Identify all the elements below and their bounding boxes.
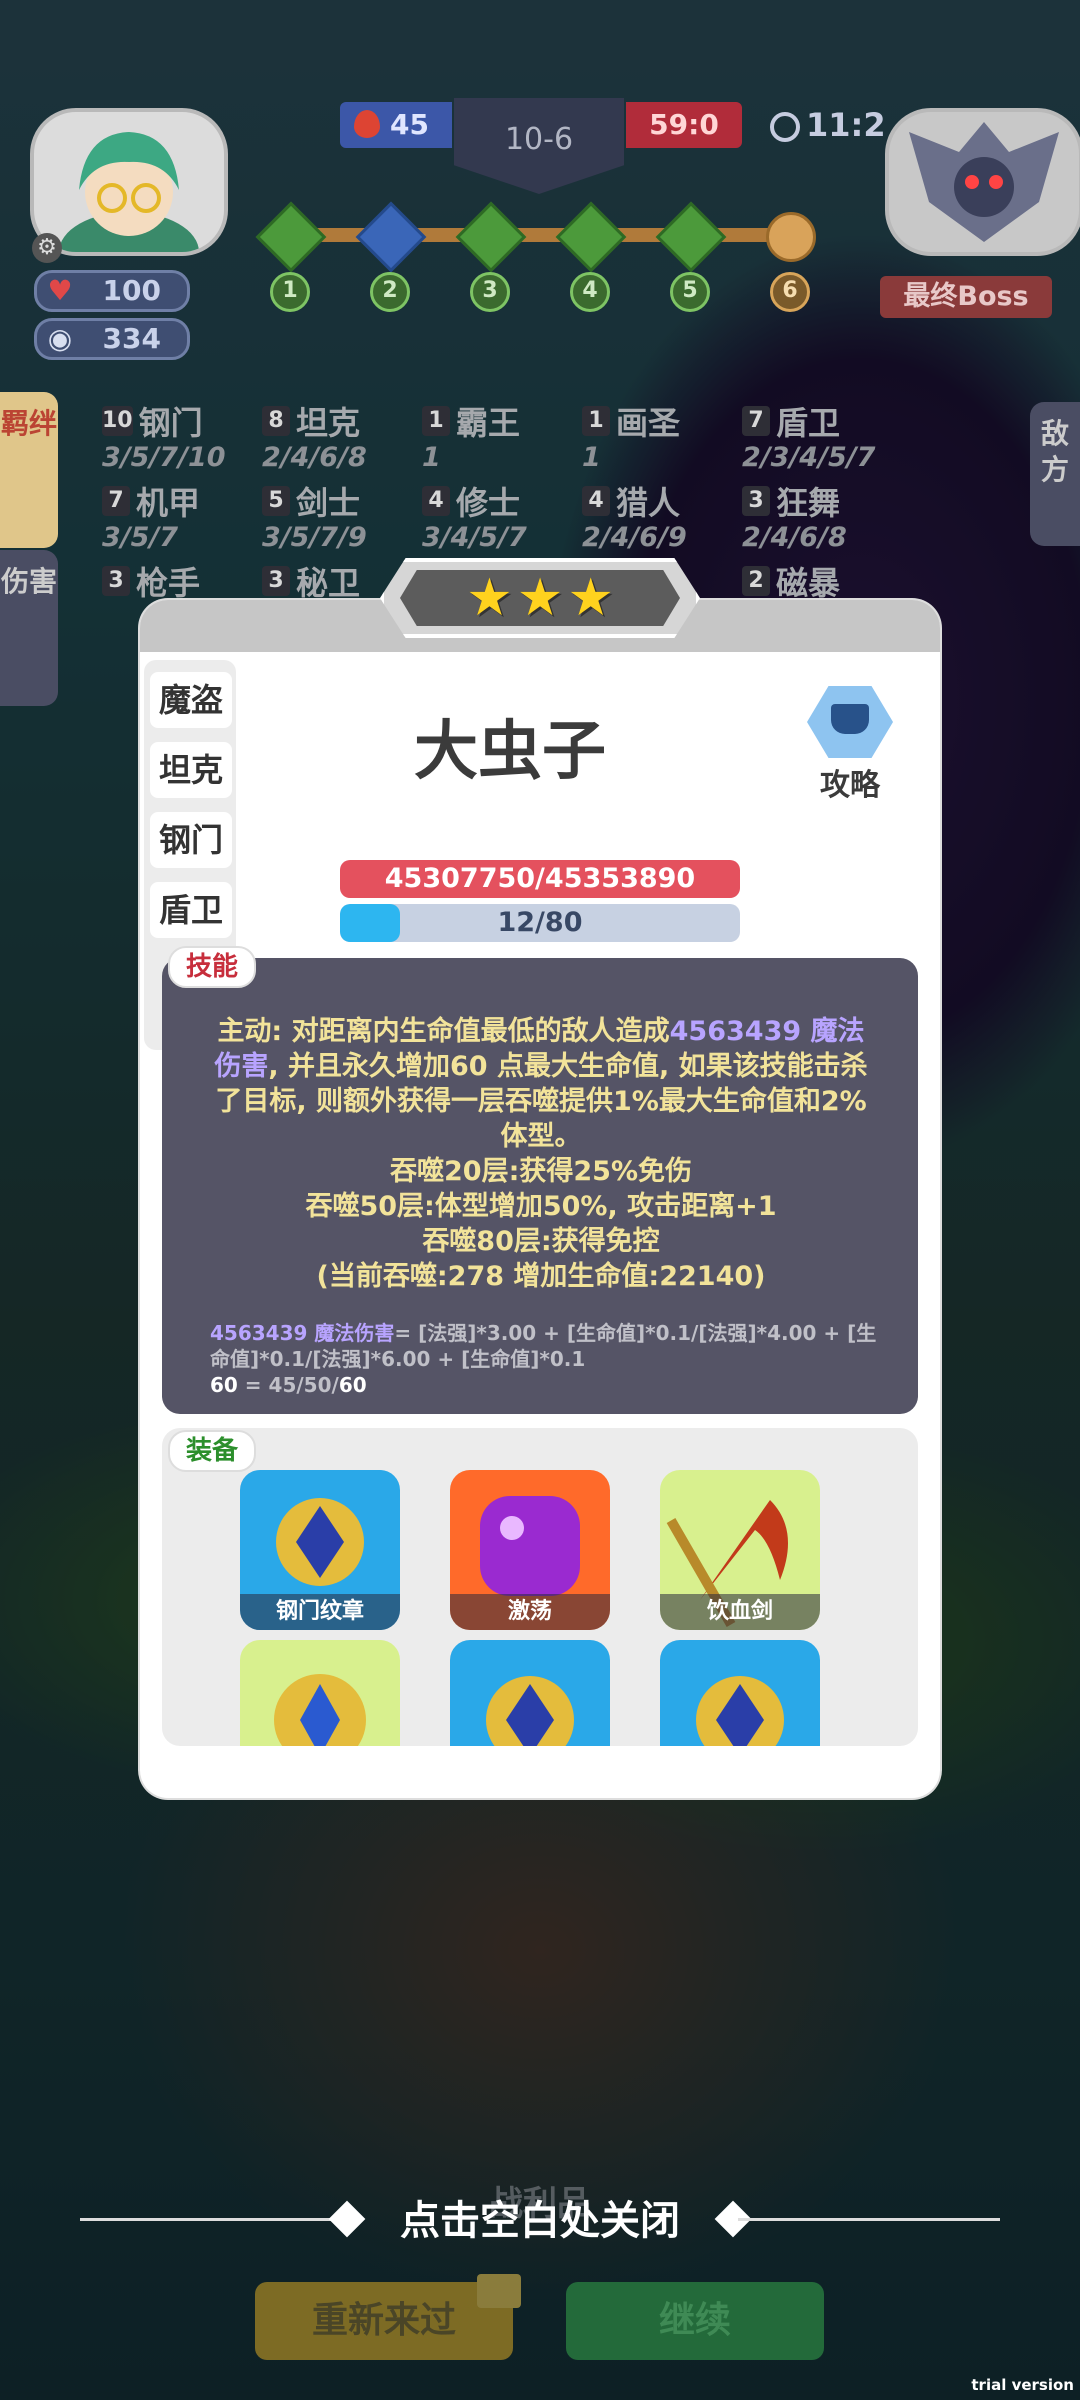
continue-button[interactable]: 继续	[566, 2282, 824, 2360]
video-ad-icon	[477, 2274, 521, 2308]
synergy-item[interactable]: 3 狂舞 2/4/6/8	[742, 478, 847, 553]
synergy-item[interactable]: 7 盾卫 2/3/4/5/7	[742, 398, 875, 473]
route-node-label: 2	[370, 272, 410, 312]
route-node-label: 1	[270, 272, 310, 312]
unit-mana-bar: 12/80	[340, 904, 740, 942]
equipment-slot[interactable]: 激荡	[450, 1470, 610, 1630]
synergy-item[interactable]: 4 修士 3/4/5/7	[422, 478, 527, 553]
trait-tag[interactable]: 魔盗	[150, 672, 232, 728]
retry-button[interactable]: 重新来过	[255, 2274, 521, 2360]
star-icon: ★	[567, 568, 614, 628]
equipment-slot[interactable]: 钢门纹章	[240, 1470, 400, 1630]
star-rating-banner: ★★★	[380, 558, 700, 638]
equipment-slot[interactable]: 饮血剑	[660, 1470, 820, 1630]
synergy-item[interactable]: 2 磁暴	[742, 558, 840, 604]
boss-portrait-icon	[909, 122, 1059, 242]
trial-watermark: trial version	[971, 2376, 1074, 2394]
final-boss-label: 最终Boss	[880, 276, 1052, 318]
equipment-section-tag: 装备	[168, 1430, 257, 1472]
heart-icon: ♥	[47, 274, 73, 307]
synergy-item[interactable]: 1 霸王 1	[422, 398, 520, 473]
star-icon: ★	[516, 568, 564, 628]
flame-icon	[354, 110, 380, 138]
tab-synergy[interactable]: 羁绊	[0, 392, 58, 548]
equipment-slot[interactable]	[450, 1640, 610, 1746]
emblem-icon	[660, 1640, 820, 1746]
synergy-item[interactable]: 8 坦克 2/4/6/8	[262, 398, 367, 473]
star-icon: ★	[466, 568, 513, 628]
skill-panel: 技能 主动: 对距离内生命值最低的敌人造成4563439 魔法伤害, 并且永久增…	[162, 946, 918, 1414]
guide-button[interactable]: 攻略	[800, 686, 900, 803]
clock-icon	[770, 112, 800, 142]
emblem-icon	[450, 1640, 610, 1746]
boss-avatar[interactable]	[885, 108, 1080, 256]
equipment-panel: 装备 钢门纹章 激荡 饮血剑	[162, 1428, 918, 1746]
player-portrait-icon	[59, 132, 199, 252]
synergy-item[interactable]: 5 剑士 3/5/7/9	[262, 478, 367, 553]
synergy-item[interactable]: 3 枪手	[102, 558, 200, 604]
skill-description: 主动: 对距离内生命值最低的敌人造成4563439 魔法伤害, 并且永久增加60…	[214, 1016, 868, 1292]
crystal-crown-icon	[240, 1640, 400, 1746]
round-timer: 11:2	[770, 106, 886, 144]
graduation-cap-icon	[807, 686, 893, 758]
tab-enemy[interactable]: 敌方	[1030, 402, 1080, 546]
coin-stack-icon: ◉	[47, 322, 73, 355]
route-node-label: 4	[570, 272, 610, 312]
synergy-item[interactable]: 1 画圣 1	[582, 398, 680, 473]
route-node-label: 5	[670, 272, 710, 312]
synergy-item[interactable]: 4 猎人 2/4/6/9	[582, 478, 687, 553]
tab-damage[interactable]: 伤害	[0, 550, 58, 706]
route-node-label: 3	[470, 272, 510, 312]
unit-detail-modal: ★★★ 魔盗 坦克 钢门 盾卫 大虫子 攻略 45307750/45353890…	[140, 558, 940, 1798]
route-node-boss-skull-icon	[766, 212, 816, 262]
star-rating: ★★★	[400, 570, 680, 626]
trait-tag[interactable]: 坦克	[150, 742, 232, 798]
player-avatar[interactable]	[30, 108, 228, 256]
trait-tag[interactable]: 盾卫	[150, 882, 232, 938]
synergy-item[interactable]: 10 钢门 3/5/7/10	[102, 398, 226, 473]
settings-gear-icon[interactable]: ⚙	[32, 233, 62, 263]
equipment-slot[interactable]	[240, 1640, 400, 1746]
mana-fill	[340, 904, 400, 942]
tap-to-close-hint: 点击空白处关闭	[400, 2198, 680, 2244]
player-gold-pill: ◉ 334	[34, 318, 190, 360]
equipment-slot[interactable]	[660, 1640, 820, 1746]
skill-formula: 4563439 魔法伤害= [法强]*3.00 + [生命值]*0.1/[法强]…	[210, 1321, 877, 1397]
left-score: 45	[340, 102, 452, 148]
unit-hp-bar: 45307750/45353890	[340, 860, 740, 898]
unit-name: 大虫子	[414, 715, 606, 789]
route-node-label: 6	[770, 272, 810, 312]
right-score: 59:0	[626, 102, 742, 148]
synergy-item[interactable]: 3 秘卫	[262, 558, 360, 604]
skill-section-tag: 技能	[168, 946, 257, 988]
synergy-item[interactable]: 7 机甲 3/5/7	[102, 478, 200, 553]
trait-tag[interactable]: 钢门	[150, 812, 232, 868]
player-hp-pill: ♥ 100	[34, 270, 190, 312]
